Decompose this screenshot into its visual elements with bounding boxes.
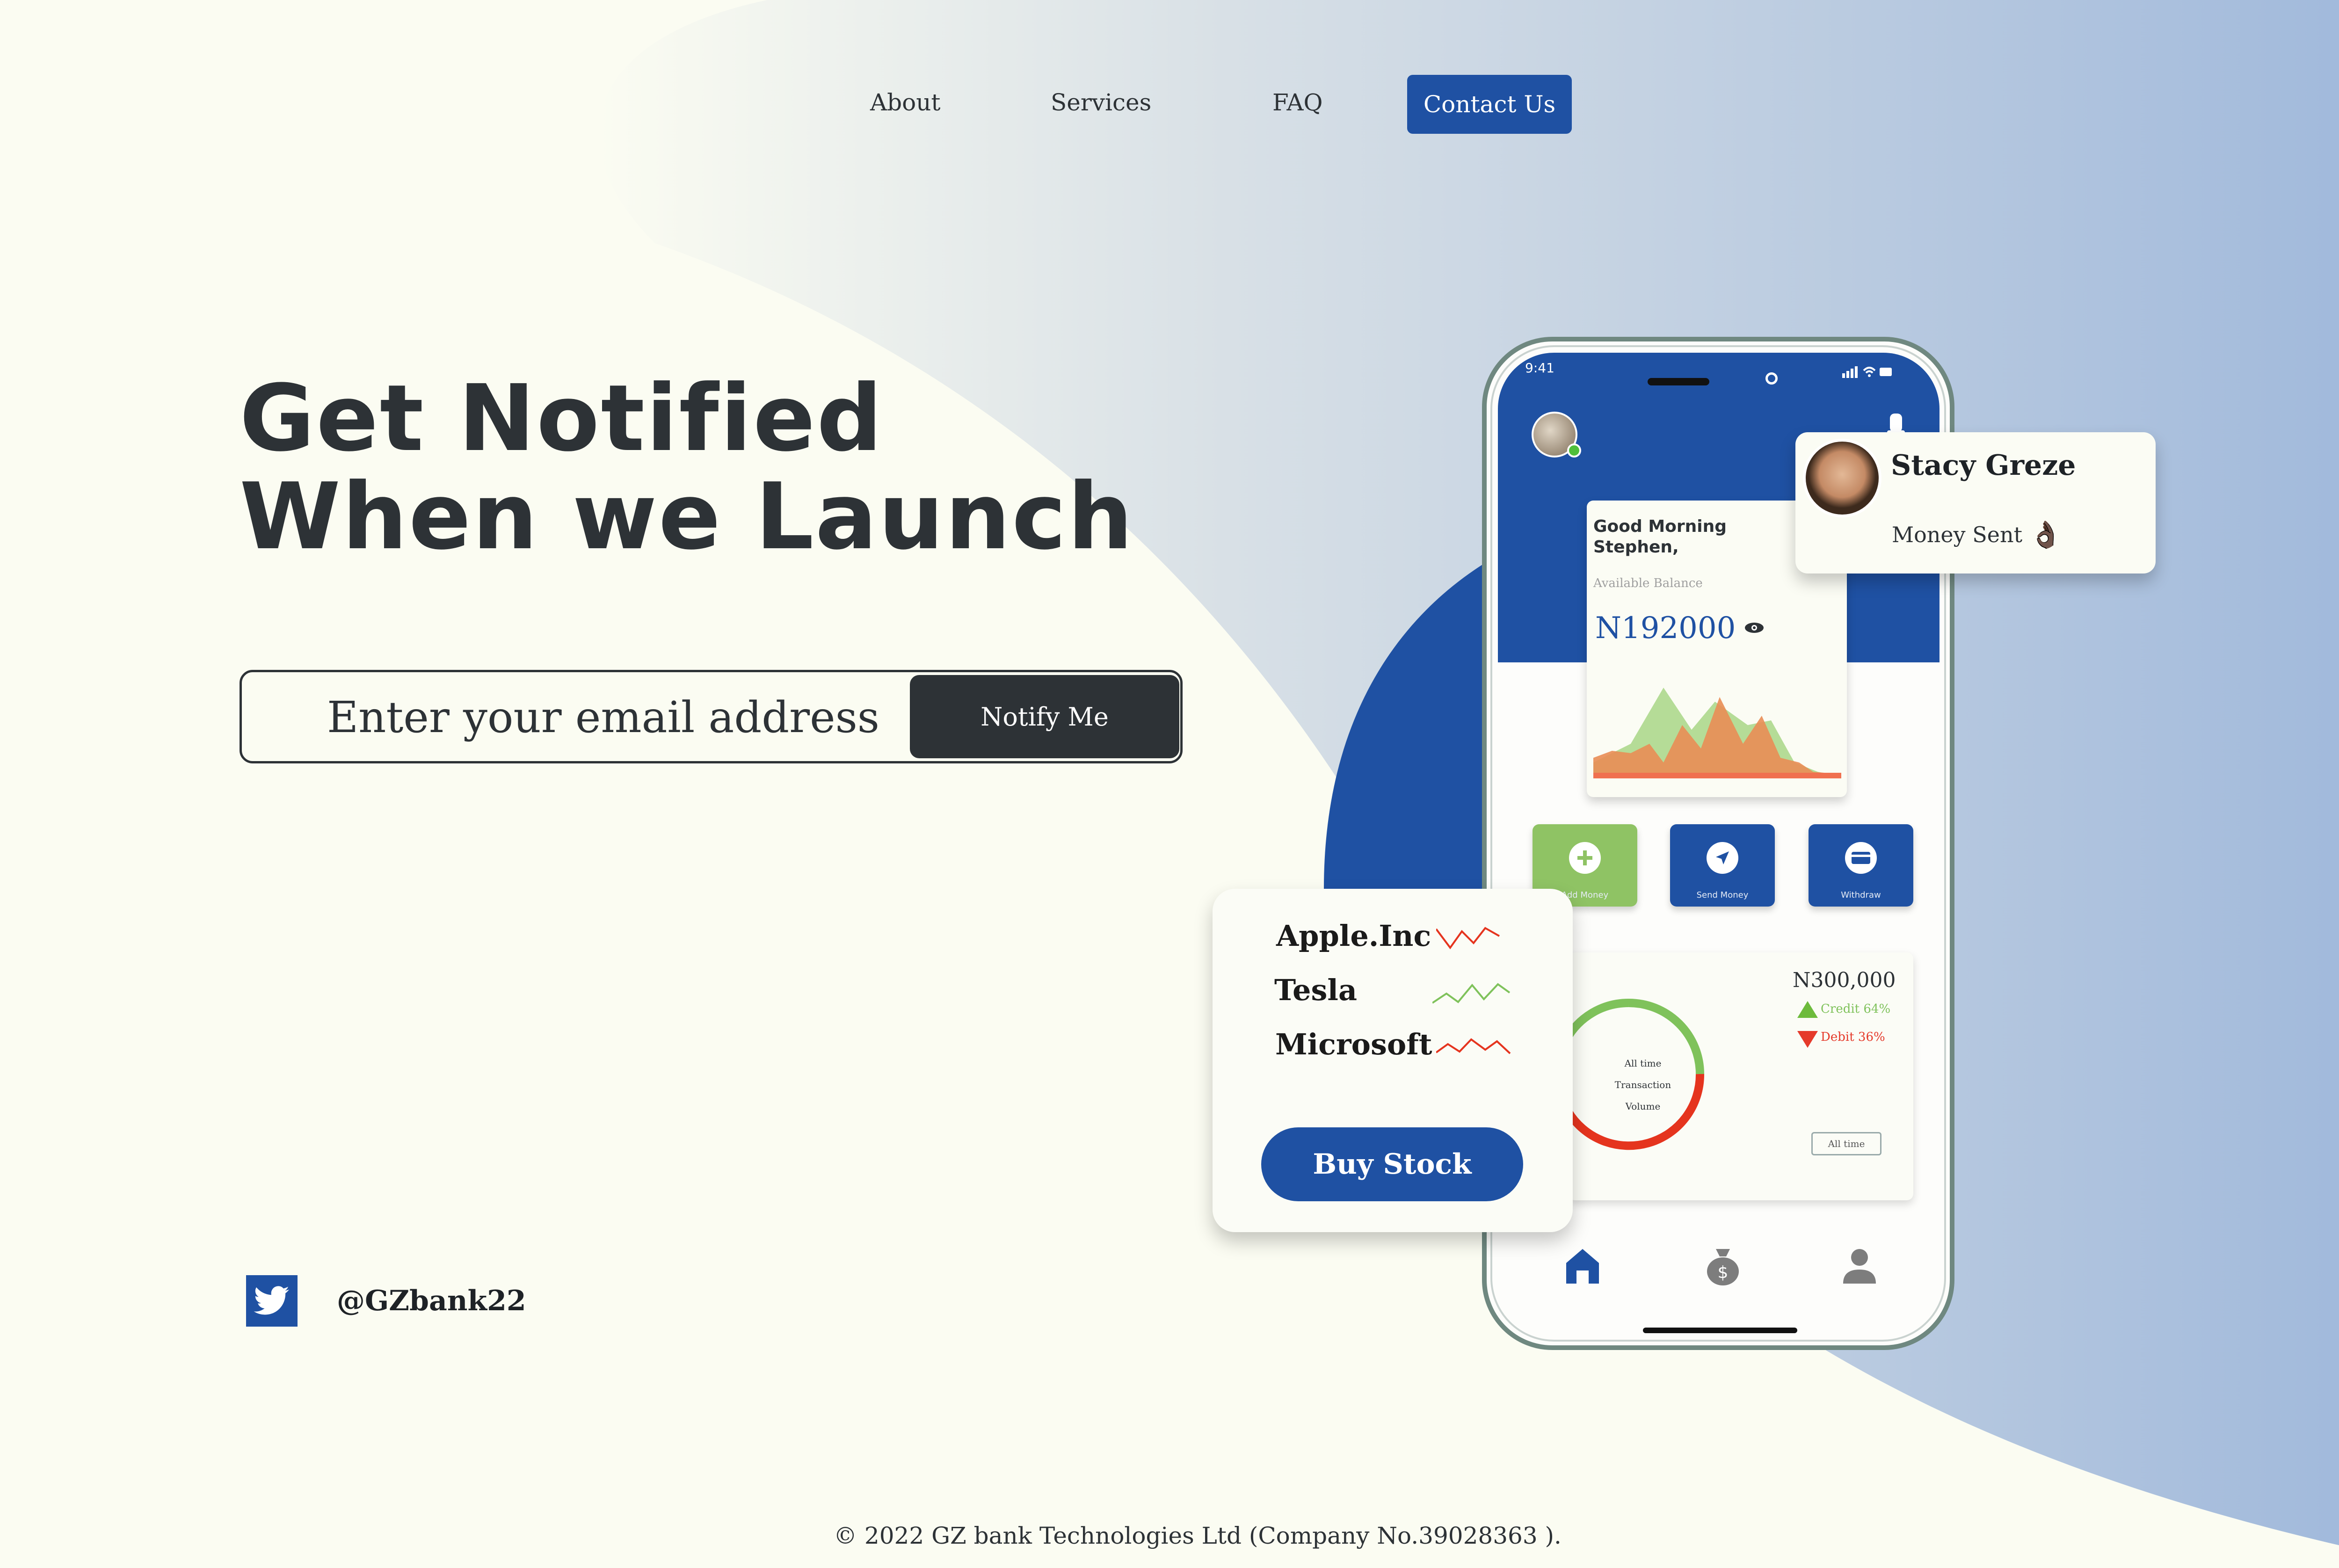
money-bag-icon[interactable]: $ [1702, 1244, 1744, 1286]
stock-name-apple[interactable]: Apple.Inc [1276, 919, 1431, 953]
donut-label: All time Transaction Volume [1568, 1053, 1718, 1117]
balance-chart [1593, 688, 1841, 778]
withdraw-button[interactable]: Withdraw [1809, 824, 1913, 907]
donut-label-line1: All time [1624, 1058, 1662, 1069]
nav-faq[interactable]: FAQ [1272, 89, 1322, 116]
send-money-button[interactable]: Send Money [1670, 824, 1775, 907]
twitter-icon[interactable] [246, 1275, 298, 1327]
greeting-text: Good Morning Stephen, [1593, 517, 1727, 557]
trend-down-icon [1436, 1038, 1511, 1054]
status-icons [1842, 366, 1892, 378]
buy-stock-button[interactable]: Buy Stock [1261, 1127, 1523, 1201]
phone-camera [1765, 372, 1778, 385]
send-icon [1707, 842, 1738, 874]
notify-me-button[interactable]: Notify Me [910, 675, 1179, 758]
donut-label-line3: Volume [1625, 1101, 1661, 1112]
twitter-handle[interactable]: @GZbank22 [337, 1285, 526, 1317]
trend-down-icon [1436, 927, 1500, 950]
trend-up-icon [1432, 983, 1511, 1004]
stock-name-tesla[interactable]: Tesla [1274, 973, 1357, 1007]
profile-icon[interactable] [1838, 1244, 1881, 1286]
background-wave [598, 0, 2339, 1546]
online-indicator [1567, 443, 1581, 457]
money-sent-notification[interactable]: Stacy Greze Money Sent 👌🏿 [1795, 432, 2156, 573]
card-icon [1845, 842, 1877, 874]
time-filter-select[interactable]: All time [1811, 1132, 1881, 1155]
contact-us-button[interactable]: Contact Us [1407, 75, 1572, 134]
transaction-amount: N300,000 [1793, 968, 1896, 992]
home-icon[interactable] [1562, 1244, 1604, 1286]
svg-text:$: $ [1718, 1263, 1729, 1282]
plus-icon [1569, 842, 1601, 874]
hero-title-line1: Get Notified [240, 365, 884, 472]
send-money-label: Send Money [1696, 890, 1749, 900]
phone-backdrop-circle [1324, 561, 1488, 889]
credit-up-icon [1797, 1001, 1818, 1018]
withdraw-label: Withdraw [1841, 890, 1881, 900]
debit-down-icon [1797, 1031, 1818, 1048]
nav-services[interactable]: Services [1051, 89, 1151, 116]
balance-label: Available Balance [1593, 576, 1703, 590]
home-indicator [1643, 1328, 1797, 1333]
notification-name: Stacy Greze [1891, 449, 2076, 482]
stock-name-microsoft[interactable]: Microsoft [1275, 1027, 1432, 1061]
nav-about[interactable]: About [870, 89, 941, 116]
debit-percent: Debit 36% [1821, 1030, 1885, 1044]
transaction-card: All time Transaction Volume N300,000 Cre… [1553, 952, 1913, 1200]
balance-amount: N192000 [1595, 611, 1736, 646]
phone-speaker [1648, 378, 1709, 385]
donut-label-line2: Transaction [1614, 1079, 1671, 1090]
email-input[interactable] [326, 672, 936, 762]
stacy-avatar [1803, 439, 1881, 517]
email-signup-form: Notify Me [240, 670, 1183, 763]
hero-title-line2: When we Launch [240, 464, 1134, 570]
eye-icon[interactable] [1743, 621, 1765, 634]
hero-title: Get Notified When we Launch [240, 370, 1134, 566]
status-time: 9:41 [1525, 360, 1554, 376]
ok-hand-emoji: 👌🏿 [2029, 520, 2062, 550]
footer-copyright: © 2022 GZ bank Technologies Ltd (Company… [834, 1522, 1562, 1549]
credit-percent: Credit 64% [1821, 1002, 1891, 1016]
notification-message: Money Sent [1892, 522, 2023, 547]
stock-card: Apple.Inc Tesla Microsoft Buy Stock [1213, 889, 1573, 1232]
